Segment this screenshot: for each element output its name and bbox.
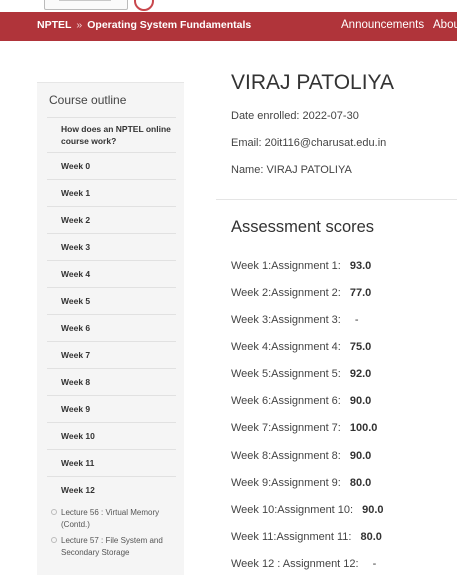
nptel-logo xyxy=(134,0,154,11)
score-value: 75.0 xyxy=(349,341,372,353)
score-row-week-9: Week 9:Assignment 9: 80.0 xyxy=(231,477,371,489)
sidebar-item-week-12[interactable]: Week 12 xyxy=(47,476,176,503)
sidebar-lecture-56[interactable]: Lecture 56 : Virtual Memory (Contd.) xyxy=(47,507,176,530)
breadcrumb-course-link[interactable]: Operating System Fundamentals xyxy=(87,19,251,31)
sidebar-item-week-3[interactable]: Week 3 xyxy=(47,233,176,260)
score-row-week-4: Week 4:Assignment 4: 75.0 xyxy=(231,341,371,353)
lecture-label: Lecture 57 : File System and Secondary S… xyxy=(61,536,163,557)
lecture-status-icon xyxy=(51,509,57,515)
sidebar-item-week-0[interactable]: Week 0 xyxy=(47,152,176,179)
score-label: Week 9:Assignment 9: xyxy=(231,477,341,489)
sidebar-item-week-2[interactable]: Week 2 xyxy=(47,206,176,233)
score-label: Week 6:Assignment 6: xyxy=(231,395,341,407)
score-row-week-1: Week 1:Assignment 1: 93.0 xyxy=(231,260,371,272)
lecture-label: Lecture 56 : Virtual Memory (Contd.) xyxy=(61,508,160,529)
sidebar-item-how-it-works[interactable]: How does an NPTEL online course work? xyxy=(47,117,176,152)
score-row-week-6: Week 6:Assignment 6: 90.0 xyxy=(231,395,371,407)
email-info: Email: 20it116@charusat.edu.in xyxy=(231,137,387,149)
sidebar-item-week-9[interactable]: Week 9 xyxy=(47,395,176,422)
sidebar-item-week-5[interactable]: Week 5 xyxy=(47,287,176,314)
sidebar-item-week-1[interactable]: Week 1 xyxy=(47,179,176,206)
sidebar-item-week-6[interactable]: Week 6 xyxy=(47,314,176,341)
score-label: Week 7:Assignment 7: xyxy=(231,422,341,434)
score-label: Week 5:Assignment 5: xyxy=(231,368,341,380)
score-value: 80.0 xyxy=(349,477,372,489)
score-value: - xyxy=(354,314,359,326)
top-logo-strip xyxy=(0,0,457,12)
lecture-status-icon xyxy=(51,537,57,543)
score-value: 100.0 xyxy=(349,422,378,434)
score-value: 90.0 xyxy=(349,450,372,462)
score-label: Week 8:Assignment 8: xyxy=(231,450,341,462)
sidebar-item-week-11[interactable]: Week 11 xyxy=(47,449,176,476)
score-row-week-7: Week 7:Assignment 7: 100.0 xyxy=(231,422,377,434)
assessment-scores-title: Assessment scores xyxy=(231,218,375,236)
score-value: 92.0 xyxy=(349,368,372,380)
score-row-week-3: Week 3:Assignment 3: - xyxy=(231,314,359,326)
score-label: Week 10:Assignment 10: xyxy=(231,504,354,516)
score-value: 77.0 xyxy=(349,287,372,299)
score-row-week-11: Week 11:Assignment 11: 80.0 xyxy=(231,531,382,543)
course-outline-list: How does an NPTEL online course work? We… xyxy=(47,117,176,558)
breadcrumb-nptel-link[interactable]: NPTEL xyxy=(37,19,71,31)
score-label: Week 4:Assignment 4: xyxy=(231,341,341,353)
score-value: 80.0 xyxy=(360,531,382,543)
sidebar-lecture-57[interactable]: Lecture 57 : File System and Secondary S… xyxy=(47,535,176,558)
course-outline-title: Course outline xyxy=(49,93,127,107)
course-outline-sidebar: Course outline How does an NPTEL online … xyxy=(37,82,184,575)
score-row-week-8: Week 8:Assignment 8: 90.0 xyxy=(231,450,371,462)
score-label: Week 11:Assignment 11: xyxy=(231,531,352,543)
nav-about-link[interactable]: Abou xyxy=(433,12,457,41)
score-label: Week 12 : Assignment 12: xyxy=(231,558,359,570)
score-row-week-12: Week 12 : Assignment 12: - xyxy=(231,558,376,570)
score-value: 90.0 xyxy=(362,504,384,516)
score-label: Week 1:Assignment 1: xyxy=(231,260,341,272)
sidebar-item-week-7[interactable]: Week 7 xyxy=(47,341,176,368)
score-row-week-5: Week 5:Assignment 5: 92.0 xyxy=(231,368,371,380)
sidebar-item-week-10[interactable]: Week 10 xyxy=(47,422,176,449)
sidebar-item-week-8[interactable]: Week 8 xyxy=(47,368,176,395)
date-enrolled: Date enrolled: 2022-07-30 xyxy=(231,110,359,122)
score-label: Week 2:Assignment 2: xyxy=(231,287,341,299)
score-value: - xyxy=(372,558,377,570)
top-navbar: NPTEL » Operating System Fundamentals Anno… xyxy=(0,12,457,41)
nav-announcements-link[interactable]: Announcements xyxy=(341,12,424,41)
score-label: Week 3:Assignment 3: xyxy=(231,314,341,326)
section-divider xyxy=(216,199,457,200)
partner-logo xyxy=(44,0,128,10)
score-value: 93.0 xyxy=(349,260,372,272)
breadcrumb-separator: » xyxy=(76,19,83,31)
name-info: Name: VIRAJ PATOLIYA xyxy=(231,164,352,176)
score-value: 90.0 xyxy=(349,395,372,407)
score-row-week-10: Week 10:Assignment 10: 90.0 xyxy=(231,504,384,516)
student-name-heading: VIRAJ PATOLIYA xyxy=(231,71,394,94)
sidebar-item-week-4[interactable]: Week 4 xyxy=(47,260,176,287)
breadcrumb: NPTEL » Operating System Fundamentals xyxy=(37,12,251,41)
score-row-week-2: Week 2:Assignment 2: 77.0 xyxy=(231,287,371,299)
